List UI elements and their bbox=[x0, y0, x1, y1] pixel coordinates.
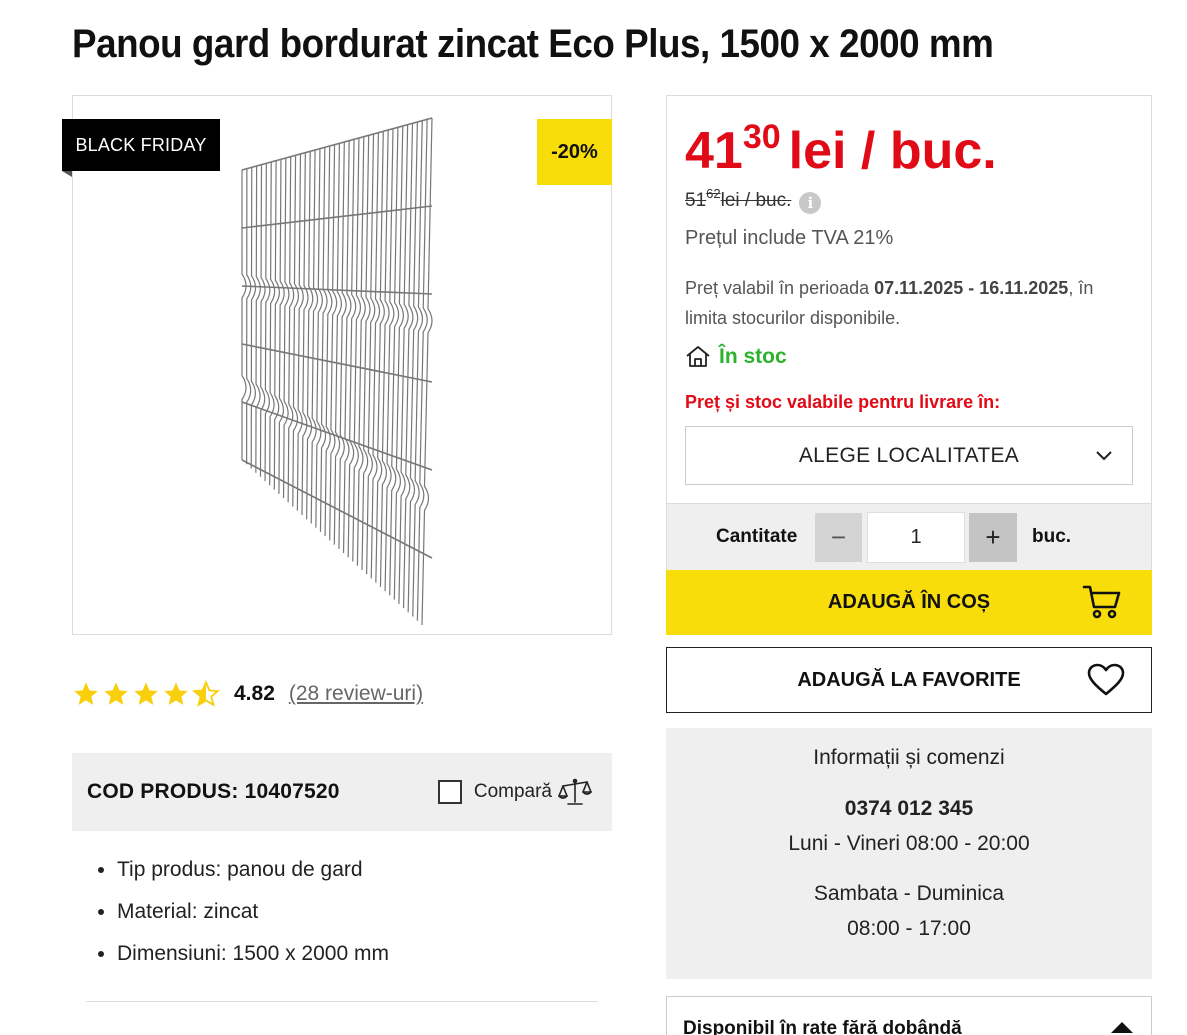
add-to-cart-label[interactable]: ADAUGĂ ÎN COȘ bbox=[828, 591, 990, 614]
black-friday-badge: BLACK FRIDAY bbox=[62, 119, 220, 171]
contact-phone[interactable]: 0374 012 345 bbox=[666, 797, 1152, 821]
price-integer: 41 bbox=[685, 122, 743, 180]
star-icon bbox=[104, 682, 128, 705]
locality-select[interactable]: ALEGE LOCALITATEA bbox=[685, 426, 1133, 485]
contact-weekend-hours: 08:00 - 17:00 bbox=[847, 917, 971, 940]
quantity-increase-button[interactable]: + bbox=[969, 513, 1017, 562]
price-decimals: 30 bbox=[742, 118, 781, 156]
validity-prefix: Preț valabil în perioada bbox=[685, 278, 875, 298]
chevron-down-icon[interactable] bbox=[1094, 445, 1114, 465]
compare-toggle[interactable]: Compară bbox=[437, 777, 592, 807]
current-price: 41 30 lei / buc. bbox=[685, 118, 997, 184]
scale-icon bbox=[558, 778, 592, 805]
old-price-integer: 51 bbox=[685, 190, 707, 211]
stock-status: În stoc bbox=[685, 345, 787, 369]
feature-list: Tip produs: panou de gard Material: zinc… bbox=[117, 858, 389, 984]
installments-accordion[interactable]: Disponibil în rate fără dobândă bbox=[666, 996, 1152, 1035]
feature-item: Dimensiuni: 1500 x 2000 mm bbox=[117, 942, 389, 967]
validity-note: Preț valabil în perioada 07.11.2025 - 16… bbox=[685, 273, 1135, 333]
old-price-unit: lei / buc. bbox=[720, 190, 792, 211]
divider bbox=[86, 1001, 598, 1002]
badge-fold bbox=[62, 171, 72, 177]
info-icon[interactable]: i bbox=[799, 192, 822, 214]
feature-item: Material: zincat bbox=[117, 900, 389, 925]
product-title: Panou gard bordurat zincat Eco Plus, 150… bbox=[72, 22, 994, 66]
price-unit: lei / buc. bbox=[788, 122, 997, 180]
locality-label[interactable]: ALEGE LOCALITATEA bbox=[799, 444, 1019, 468]
caret-up-icon[interactable] bbox=[1109, 1019, 1135, 1035]
contact-box: Informații și comenzi 0374 012 345 Luni … bbox=[666, 728, 1152, 979]
quantity-input[interactable] bbox=[867, 512, 965, 563]
contact-weekdays: Luni - Vineri 08:00 - 20:00 bbox=[788, 832, 1030, 855]
star-icon bbox=[74, 682, 98, 705]
star-icon bbox=[164, 682, 188, 705]
discount-badge: -20% bbox=[537, 119, 612, 185]
feature-item: Tip produs: panou de gard bbox=[117, 858, 389, 883]
add-to-favorites-label[interactable]: ADAUGĂ LA FAVORITE bbox=[797, 669, 1020, 692]
add-to-favorites-button[interactable]: ADAUGĂ LA FAVORITE bbox=[666, 647, 1152, 713]
fence-panel-image[interactable] bbox=[232, 110, 442, 635]
installments-label[interactable]: Disponibil în rate fără dobândă bbox=[683, 1018, 962, 1035]
quantity-label: Cantitate bbox=[716, 526, 798, 547]
rating-value: 4.82 bbox=[234, 682, 275, 705]
quantity-unit: buc. bbox=[1032, 526, 1072, 547]
contact-weekend: Sambata - Duminica bbox=[813, 882, 1005, 905]
stock-label: În stoc bbox=[719, 345, 787, 368]
reviews-link[interactable]: (28 review-uri) bbox=[289, 682, 423, 706]
delivery-note: Preț și stoc valabile pentru livrare în: bbox=[685, 392, 1001, 412]
old-price: 51 62 lei / buc. i bbox=[685, 186, 822, 214]
cart-icon bbox=[1082, 585, 1121, 619]
home-icon bbox=[686, 346, 710, 367]
heart-icon bbox=[1087, 663, 1125, 696]
old-price-decimals: 62 bbox=[706, 186, 721, 201]
quantity-decrease-button[interactable]: − bbox=[815, 513, 862, 562]
half-star-icon bbox=[192, 680, 220, 707]
compare-label[interactable]: Compară bbox=[474, 781, 552, 803]
product-code: COD PRODUS: 10407520 bbox=[87, 780, 340, 803]
contact-title: Informații și comenzi bbox=[813, 746, 1005, 769]
validity-dates: 07.11.2025 - 16.11.2025 bbox=[874, 278, 1069, 298]
rating: 4.82 (28 review-uri) bbox=[72, 680, 423, 708]
product-code-box: COD PRODUS: 10407520 Compară bbox=[72, 753, 612, 831]
add-to-cart-button[interactable]: ADAUGĂ ÎN COȘ bbox=[666, 570, 1152, 635]
compare-checkbox[interactable] bbox=[437, 780, 462, 804]
quantity-row: Cantitate − + buc. bbox=[667, 503, 1151, 570]
vat-note: Prețul include TVA 21% bbox=[685, 227, 894, 249]
star-icon bbox=[134, 682, 158, 705]
